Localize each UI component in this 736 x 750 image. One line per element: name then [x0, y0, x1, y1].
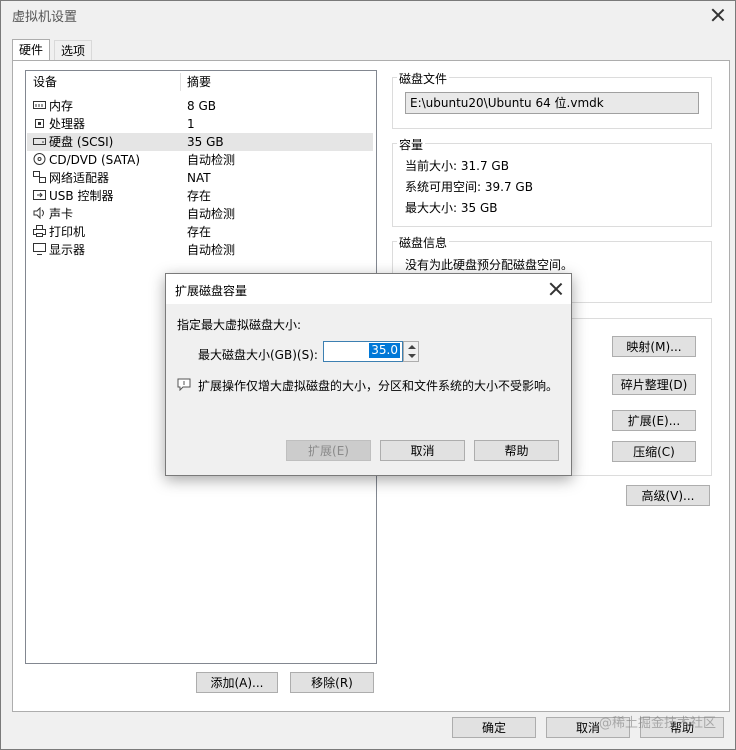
dialog-title: 扩展磁盘容量: [175, 284, 248, 298]
device-name: 显示器: [49, 243, 86, 257]
close-icon[interactable]: [710, 7, 726, 23]
device-row[interactable]: USB 控制器 存在: [27, 187, 373, 205]
available-space-text: 系统可用空间: 39.7 GB: [405, 180, 533, 194]
device-row[interactable]: 打印机 存在: [27, 223, 373, 241]
compact-button[interactable]: 压缩(C): [612, 441, 696, 462]
summary-column-header[interactable]: 摘要: [187, 73, 211, 91]
device-row[interactable]: 处理器 1: [27, 115, 373, 133]
device-summary: 自动检测: [187, 243, 236, 257]
cd-dvd-icon: [33, 153, 46, 165]
tab-options[interactable]: 选项: [54, 40, 93, 61]
device-summary: NAT: [187, 171, 211, 185]
processor-icon: [35, 119, 44, 128]
dialog-info-text: 扩展操作仅增大虚拟磁盘的大小，分区和文件系统的大小不受影响。: [198, 379, 559, 393]
window-title: 虚拟机设置: [12, 10, 78, 25]
spin-down-icon[interactable]: [408, 354, 416, 358]
column-divider: [180, 73, 181, 91]
max-size-input[interactable]: 35.0: [323, 341, 403, 362]
device-name: 硬盘 (SCSI): [49, 135, 114, 149]
device-summary: 自动检测: [187, 207, 236, 221]
device-row[interactable]: 声卡 自动检测: [27, 205, 373, 223]
disk-info-text: 没有为此硬盘预分配磁盘空间。: [405, 258, 574, 272]
device-summary: 存在: [187, 225, 212, 239]
device-name: 打印机: [49, 225, 86, 239]
info-icon: [177, 378, 191, 391]
disk-file-title: 磁盘文件: [397, 70, 450, 87]
printer-icon: [33, 225, 46, 237]
device-name: 声卡: [49, 207, 74, 221]
dialog-close-icon[interactable]: [548, 281, 564, 297]
dialog-expand-button[interactable]: 扩展(E): [286, 440, 371, 461]
watermark: @稀土掘金技术社区: [598, 716, 716, 731]
dialog-help-button[interactable]: 帮助: [474, 440, 559, 461]
disk-info-title: 磁盘信息: [397, 234, 450, 251]
disk-file-path-field[interactable]: E:\ubuntu20\Ubuntu 64 位.vmdk: [405, 92, 699, 114]
device-name: CD/DVD (SATA): [49, 153, 141, 167]
expand-disk-dialog: 扩展磁盘容量 指定最大虚拟磁盘大小: 最大磁盘大小(GB)(S): 35.0 扩…: [165, 273, 572, 476]
device-row[interactable]: 内存 8 GB: [27, 97, 373, 115]
device-row[interactable]: 硬盘 (SCSI) 35 GB: [27, 133, 373, 151]
device-column-header[interactable]: 设备: [33, 73, 57, 91]
device-summary: 35 GB: [187, 135, 224, 149]
device-summary: 自动检测: [187, 153, 236, 167]
hard-disk-icon: [33, 138, 46, 145]
display-icon: [33, 243, 46, 255]
device-name: 网络适配器: [49, 171, 110, 185]
device-row[interactable]: CD/DVD (SATA) 自动检测: [27, 151, 373, 169]
dialog-cancel-button[interactable]: 取消: [380, 440, 465, 461]
usb-icon: [33, 190, 46, 200]
remove-device-button[interactable]: 移除(R): [290, 672, 374, 693]
device-row[interactable]: 网络适配器 NAT: [27, 169, 373, 187]
device-summary: 1: [187, 117, 195, 131]
device-summary: 8 GB: [187, 99, 216, 113]
ok-button[interactable]: 确定: [452, 717, 536, 738]
network-adapter-icon: [33, 171, 46, 183]
tab-hardware[interactable]: 硬件: [12, 39, 51, 60]
device-name: USB 控制器: [49, 189, 114, 203]
capacity-title: 容量: [397, 136, 426, 153]
add-device-button[interactable]: 添加(A)...: [196, 672, 278, 693]
device-summary: 存在: [187, 189, 212, 203]
device-row[interactable]: 显示器 自动检测: [27, 241, 373, 259]
max-size-label: 最大磁盘大小(GB)(S):: [198, 348, 318, 362]
device-name: 内存: [49, 99, 74, 113]
expand-disk-button[interactable]: 扩展(E)...: [612, 410, 696, 431]
map-button[interactable]: 映射(M)...: [612, 336, 696, 357]
current-size-text: 当前大小: 31.7 GB: [405, 159, 509, 173]
defragment-button[interactable]: 碎片整理(D): [612, 374, 696, 395]
dialog-prompt: 指定最大虚拟磁盘大小:: [177, 318, 302, 332]
advanced-button[interactable]: 高级(V)...: [626, 485, 710, 506]
memory-icon: [33, 101, 46, 109]
spin-up-icon[interactable]: [408, 345, 416, 349]
max-size-text: 最大大小: 35 GB: [405, 201, 498, 215]
size-spinner[interactable]: [403, 341, 419, 362]
device-name: 处理器: [49, 117, 86, 131]
max-size-value: 35.0: [369, 343, 400, 358]
sound-card-icon: [33, 207, 44, 219]
